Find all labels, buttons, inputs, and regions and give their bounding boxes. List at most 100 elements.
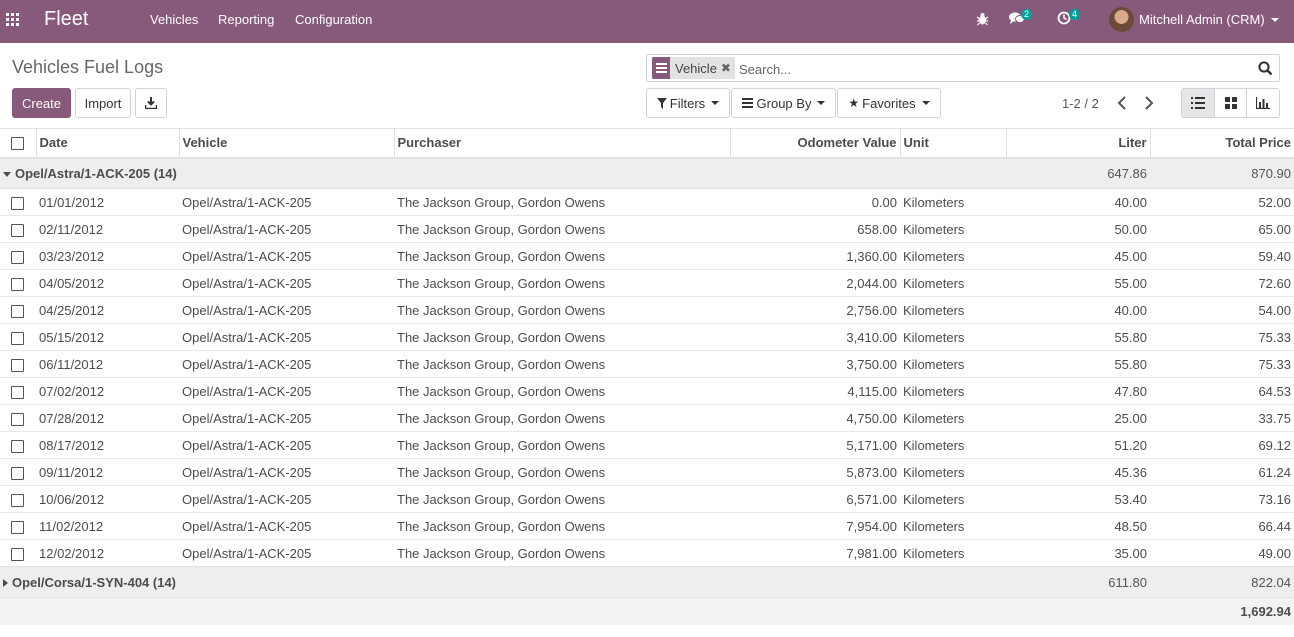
cell-unit: Kilometers [900,188,1006,216]
cell-vehicle: Opel/Astra/1-ACK-205 [179,377,394,405]
row-checkbox[interactable] [11,412,24,426]
graph-view-icon[interactable] [1247,89,1279,117]
column-header-odometer[interactable]: Odometer Value [729,128,900,159]
cell-liter: 55.00 [1006,269,1150,297]
cell-purchaser: The Jackson Group, Gordon Owens [394,269,730,297]
cell-unit: Kilometers [900,296,1006,324]
row-checkbox[interactable] [11,250,24,264]
cell-liter: 45.00 [1006,242,1150,270]
export-download-button[interactable] [135,88,167,118]
filters-dropdown-button[interactable]: Filters [646,88,730,118]
cell-total-price: 75.33 [1150,350,1294,378]
group-liter-total: 647.86 [1006,157,1150,189]
favorites-dropdown-button[interactable]: ★ Favorites [837,88,941,118]
user-menu-name[interactable]: Mitchell Admin (CRM) [1139,12,1265,27]
table-row[interactable]: 11/02/2012 Opel/Astra/1-ACK-205 The Jackso… [0,512,1294,540]
row-checkbox[interactable] [11,439,24,453]
cell-odometer: 658.00 [730,215,900,243]
cell-unit: Kilometers [900,242,1006,270]
cell-odometer: 4,750.00 [730,404,900,432]
row-checkbox[interactable] [11,520,24,534]
activities-clock-icon[interactable]: 4 [1057,9,1081,28]
pager-next-icon[interactable] [1144,94,1158,112]
row-checkbox[interactable] [11,304,24,318]
row-checkbox[interactable] [11,277,24,291]
column-header-liter[interactable]: Liter [1005,128,1150,159]
menu-configuration[interactable]: Configuration [295,12,372,27]
table-row[interactable]: 07/28/2012 Opel/Astra/1-ACK-205 The Jackso… [0,404,1294,432]
table-row[interactable]: 12/02/2012 Opel/Astra/1-ACK-205 The Jackso… [0,539,1294,567]
cell-liter: 45.36 [1006,458,1150,486]
cell-total-price: 49.00 [1150,539,1294,567]
user-avatar[interactable] [1109,7,1134,32]
search-facet-label: Vehicle [675,60,717,76]
search-magnifier-icon[interactable] [1258,61,1273,79]
debug-bug-icon[interactable] [976,12,989,29]
cell-purchaser: The Jackson Group, Gordon Owens [394,350,730,378]
group-header[interactable]: Opel/Corsa/1-SYN-404 (14) [0,566,1006,598]
cell-liter: 47.80 [1006,377,1150,405]
table-row[interactable]: 01/01/2012 Opel/Astra/1-ACK-205 The Jackso… [0,188,1294,216]
apps-menu-icon[interactable] [6,13,19,26]
table-row[interactable]: 04/25/2012 Opel/Astra/1-ACK-205 The Jackso… [0,296,1294,324]
cell-liter: 40.00 [1006,188,1150,216]
table-row[interactable]: 06/11/2012 Opel/Astra/1-ACK-205 The Jackso… [0,350,1294,378]
cell-liter: 35.00 [1006,539,1150,567]
cell-vehicle: Opel/Astra/1-ACK-205 [179,431,394,459]
pager-value[interactable]: 1-2 / 2 [1062,96,1099,111]
search-input[interactable] [737,58,1241,80]
menu-reporting[interactable]: Reporting [218,12,274,27]
cell-total-price: 61.24 [1150,458,1294,486]
select-all-checkbox[interactable] [11,137,24,151]
app-brand[interactable]: Fleet [44,8,88,31]
cell-date: 07/28/2012 [36,404,179,432]
row-checkbox[interactable] [11,196,24,210]
table-row[interactable]: 08/17/2012 Opel/Astra/1-ACK-205 The Jackso… [0,431,1294,459]
cell-unit: Kilometers [900,323,1006,351]
row-checkbox[interactable] [11,358,24,372]
table-row[interactable]: 02/11/2012 Opel/Astra/1-ACK-205 The Jackso… [0,215,1294,243]
caret-right-icon[interactable] [3,579,8,588]
pager-previous-icon[interactable] [1117,94,1131,112]
list-view-icon[interactable] [1182,89,1215,117]
group-row[interactable]: Opel/Astra/1-ACK-205 (14) 647.86 870.90 [0,157,1294,189]
table-row[interactable]: 04/05/2012 Opel/Astra/1-ACK-205 The Jackso… [0,269,1294,297]
table-row[interactable]: 09/11/2012 Opel/Astra/1-ACK-205 The Jackso… [0,458,1294,486]
view-switcher [1181,88,1280,118]
group-row[interactable]: Opel/Corsa/1-SYN-404 (14) 611.80 822.04 [0,566,1294,598]
row-select-cell [0,431,36,459]
facet-remove-close-icon[interactable]: ✖ [721,61,735,75]
groupby-dropdown-button[interactable]: Group By [731,88,836,118]
cell-total-price: 33.75 [1150,404,1294,432]
select-all-header [0,128,36,159]
messages-chat-icon[interactable]: 2 [1009,9,1033,28]
column-header-unit[interactable]: Unit [899,128,1006,159]
cell-date: 09/11/2012 [36,458,179,486]
row-checkbox[interactable] [11,466,24,480]
row-checkbox[interactable] [11,331,24,345]
table-row[interactable]: 03/23/2012 Opel/Astra/1-ACK-205 The Jackso… [0,242,1294,270]
column-header-total-price[interactable]: Total Price [1149,128,1294,159]
create-button[interactable]: Create [12,88,71,118]
table-row[interactable]: 10/06/2012 Opel/Astra/1-ACK-205 The Jackso… [0,485,1294,513]
import-button[interactable]: Import [75,88,131,118]
column-header-vehicle[interactable]: Vehicle [178,128,394,159]
row-checkbox[interactable] [11,223,24,237]
menu-vehicles[interactable]: Vehicles [150,12,198,27]
row-checkbox[interactable] [11,493,24,507]
kanban-view-icon[interactable] [1215,89,1248,117]
caret-down-icon[interactable] [3,171,11,177]
cell-total-price: 66.44 [1150,512,1294,540]
column-header-date[interactable]: Date [35,128,179,159]
row-checkbox[interactable] [11,385,24,399]
table-row[interactable]: 07/02/2012 Opel/Astra/1-ACK-205 The Jackso… [0,377,1294,405]
column-header-purchaser[interactable]: Purchaser [393,128,730,159]
user-menu-caret-icon[interactable] [1271,18,1279,22]
row-checkbox[interactable] [11,547,24,561]
cell-total-price: 69.12 [1150,431,1294,459]
filter-funnel-icon [656,97,667,109]
group-header[interactable]: Opel/Astra/1-ACK-205 (14) [0,157,1006,189]
table-row[interactable]: 05/15/2012 Opel/Astra/1-ACK-205 The Jackso… [0,323,1294,351]
cell-date: 12/02/2012 [36,539,179,567]
cell-vehicle: Opel/Astra/1-ACK-205 [179,458,394,486]
